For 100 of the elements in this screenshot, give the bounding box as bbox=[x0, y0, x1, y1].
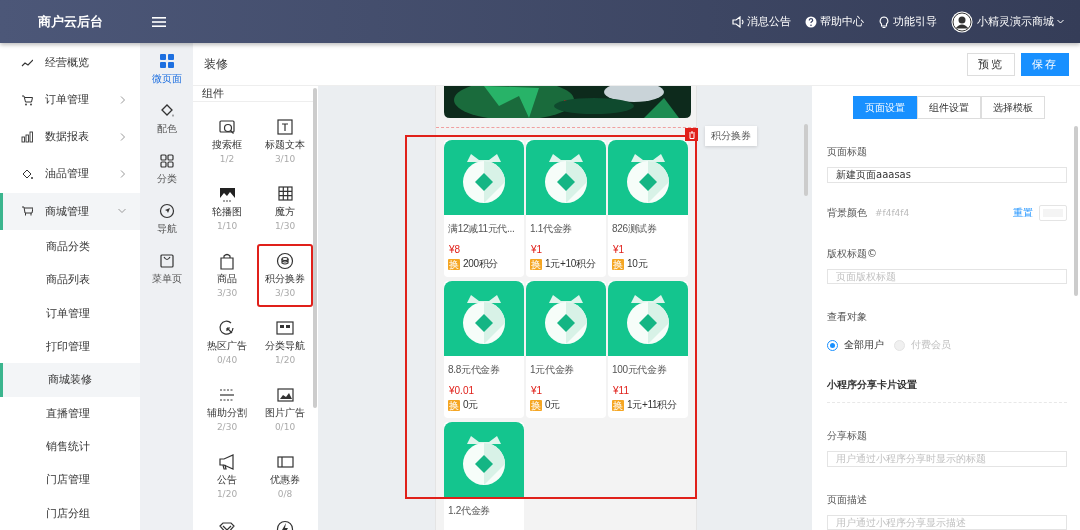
submenu-item[interactable]: 订单管理 bbox=[0, 296, 140, 330]
delete-button[interactable] bbox=[685, 128, 698, 141]
menu-item[interactable]: 经营概览 bbox=[0, 44, 140, 82]
component-item[interactable]: 商品 3/30 bbox=[199, 244, 255, 307]
submenu-item[interactable]: 打印管理 bbox=[0, 329, 140, 364]
exchange-price: 1元+11积分 bbox=[627, 398, 677, 412]
preview-button[interactable]: 预览 bbox=[967, 52, 1015, 76]
user-menu[interactable]: 小精灵演示商城 bbox=[977, 14, 1064, 29]
component-item[interactable]: 热区广告 0/40 bbox=[199, 311, 255, 374]
rail-tab[interactable]: 菜单页 bbox=[141, 253, 192, 286]
menu-item[interactable]: 商城管理 bbox=[0, 192, 140, 230]
color-picker[interactable] bbox=[1039, 204, 1067, 221]
coin-icon bbox=[444, 281, 524, 356]
coupon-title: 1.2代金券 bbox=[447, 504, 492, 518]
header-link[interactable]: 消息公告 bbox=[732, 14, 791, 29]
cursor-icon bbox=[218, 319, 236, 337]
component-item[interactable]: 标题文本 3/10 bbox=[257, 110, 313, 173]
coupon-price: ¥0.01 bbox=[448, 384, 476, 396]
component-item[interactable]: 轮播图 1/10 bbox=[199, 177, 255, 240]
submenu-item[interactable]: 门店分组 bbox=[0, 496, 140, 530]
field-label: 查看对象 bbox=[827, 310, 868, 324]
coupon-price: ¥1 bbox=[530, 243, 544, 255]
coupon-card[interactable]: 826测试券 ¥1 换 10元 bbox=[608, 140, 688, 277]
coupon-title: 1.1代金券 bbox=[529, 222, 574, 236]
bag-icon bbox=[218, 252, 236, 270]
component-item[interactable]: 魔方 1/30 bbox=[257, 177, 313, 240]
color-value: #f4f4f4 bbox=[875, 207, 911, 218]
component-item[interactable]: 搜索框 1/2 bbox=[199, 110, 255, 173]
component-item[interactable]: 公告 1/20 bbox=[199, 445, 255, 508]
submenu-item[interactable]: 直播管理 bbox=[0, 396, 140, 430]
grid-icon bbox=[276, 185, 294, 203]
coin-icon bbox=[526, 140, 606, 215]
coupon-card[interactable]: 满12减11元代... ¥8 换 200积分 bbox=[444, 140, 524, 277]
scrollbar-thumb[interactable] bbox=[804, 124, 808, 196]
rail-tab[interactable]: 微页面 bbox=[141, 53, 192, 86]
usage-count: 3/10 bbox=[274, 154, 296, 164]
coupon-card[interactable]: 8.8元代金券 ¥0.01 换 0元 bbox=[444, 281, 524, 418]
rail-tab[interactable]: 分类 bbox=[141, 153, 192, 186]
coupon-price: ¥1 bbox=[530, 384, 544, 396]
coupon-title: 满12减11元代... bbox=[447, 222, 516, 236]
field-label: 页面标题 bbox=[827, 145, 868, 159]
section-heading: 小程序分享卡片设置 bbox=[827, 378, 1067, 403]
image-icon bbox=[218, 185, 236, 203]
radio-option[interactable]: 全部用户 bbox=[827, 338, 884, 352]
header-link[interactable]: 功能引导 bbox=[878, 14, 937, 29]
component-item[interactable]: 优惠券 0/8 bbox=[257, 445, 313, 508]
submenu-item[interactable]: 商品分类 bbox=[0, 229, 140, 264]
usage-count: 0/40 bbox=[216, 355, 238, 365]
coin-icon bbox=[608, 140, 688, 215]
usage-count: 1/30 bbox=[274, 221, 296, 231]
component-item[interactable]: 积分换券 3/30 bbox=[257, 244, 313, 307]
tab[interactable]: 组件设置 bbox=[917, 96, 981, 119]
avatar-icon[interactable] bbox=[951, 10, 973, 33]
submenu-item[interactable]: 商品列表 bbox=[0, 263, 140, 297]
coupon-price: ¥8 bbox=[448, 243, 462, 255]
compass-icon bbox=[158, 203, 175, 219]
coupon-card[interactable]: 100元代金券 ¥11 换 1元+11积分 bbox=[608, 281, 688, 418]
rail-tab[interactable]: 导航 bbox=[141, 203, 192, 236]
submenu-item[interactable]: 商城装修 bbox=[0, 363, 140, 397]
submenu-item[interactable]: 门店管理 bbox=[0, 463, 140, 497]
exchange-tag: 换 bbox=[612, 258, 624, 270]
exchange-tag: 换 bbox=[530, 399, 542, 411]
scrollbar-thumb[interactable] bbox=[1074, 126, 1078, 296]
coupon-card[interactable]: 1.1代金券 ¥1 换 1元+10积分 bbox=[526, 140, 606, 277]
header-link[interactable]: 帮助中心 bbox=[805, 14, 864, 29]
tab[interactable]: 选择模板 bbox=[981, 96, 1045, 119]
megaphone-icon bbox=[218, 453, 236, 471]
component-item[interactable]: 图片广告 0/10 bbox=[257, 378, 313, 441]
menu-item[interactable]: 油品管理 bbox=[0, 155, 140, 193]
panel-title: 组件 bbox=[193, 86, 313, 102]
exchange-tag: 换 bbox=[448, 399, 460, 411]
field-label: 页面描述 bbox=[827, 492, 868, 507]
menu-icon[interactable] bbox=[152, 15, 166, 28]
image-icon bbox=[276, 386, 294, 404]
trash-icon bbox=[687, 130, 696, 139]
caret-icon bbox=[1057, 19, 1064, 24]
chevron-right-icon bbox=[120, 170, 126, 178]
bag-icon bbox=[158, 253, 175, 269]
grid-icon bbox=[158, 153, 175, 169]
coin-icon bbox=[444, 140, 524, 215]
exchange-tag: 换 bbox=[612, 399, 624, 411]
scrollbar-thumb[interactable] bbox=[313, 88, 317, 408]
rail-tab[interactable]: 配色 bbox=[141, 103, 192, 136]
component-item[interactable]: 辅助分割 2/30 bbox=[199, 378, 255, 441]
usage-count: 2/30 bbox=[216, 422, 238, 432]
usage-count: 0/10 bbox=[274, 422, 296, 432]
usage-count: 1/20 bbox=[274, 355, 296, 365]
input-field[interactable]: 新建页面aaasas bbox=[827, 167, 1067, 183]
lightbulb-icon bbox=[878, 15, 890, 28]
grid-icon bbox=[158, 53, 175, 69]
app-logo: 商户云后台 bbox=[36, 12, 104, 31]
exchange-tag: 换 bbox=[448, 258, 460, 270]
menu-item[interactable]: 数据报表 bbox=[0, 118, 140, 156]
component-item[interactable]: 分类导航 1/20 bbox=[257, 311, 313, 374]
coupon-title: 826测试券 bbox=[611, 222, 658, 236]
menu-item[interactable]: 订单管理 bbox=[0, 81, 140, 119]
coupon-card[interactable]: 1元代金券 ¥1 换 0元 bbox=[526, 281, 606, 418]
submenu-item[interactable]: 销售统计 bbox=[0, 429, 140, 464]
field-label: 版权标题© bbox=[827, 246, 878, 261]
coupon-card[interactable]: 1.2代金券 bbox=[444, 422, 524, 530]
